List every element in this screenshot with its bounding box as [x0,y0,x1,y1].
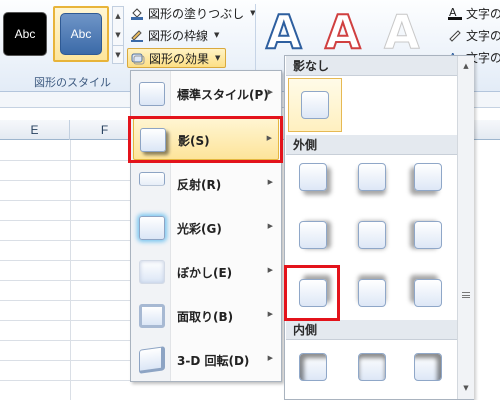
grid-line [70,140,71,400]
wordart-style-blue[interactable]: A [265,5,303,59]
menu-item-bevel[interactable]: 面取り(B) ▶ [133,295,279,337]
menu-item-reflection[interactable]: 反射(R) ▶ [133,163,279,205]
grid-line [0,180,140,181]
section-header-no-shadow: 影なし [286,56,457,76]
grid-line [0,300,140,301]
menu-item-3d-rotation[interactable]: 3-D 回転(D) ▶ [133,339,279,381]
grid-line [0,340,140,341]
chevron-right-icon: ▶ [267,222,273,230]
text-fill-command[interactable]: A 文字の [448,4,500,22]
menu-item-label: 3-D 回転(D) [177,354,250,368]
column-header-e[interactable]: E [0,120,70,140]
grid-line [0,200,140,201]
shape-style-blue-swatch[interactable]: Abc [60,13,102,55]
outer-shadow-option[interactable] [414,163,442,191]
shape-effects-label: 図形の効果 [149,51,210,66]
text-outline-icon [449,30,461,42]
chevron-right-icon: ▶ [267,310,273,318]
inner-shadow-option[interactable] [358,353,386,381]
outer-shadow-option[interactable] [358,221,386,249]
grid-line [0,160,140,161]
outer-shadow-option[interactable] [299,221,327,249]
paint-bucket-icon [131,8,143,20]
shadow-gallery: 影なし 外側 内側 ▲ ▼ [284,55,474,400]
shape-styles-gallery-scroll[interactable]: ▲ ▼ ▼ [112,6,124,64]
chevron-down-icon: ▼ [214,31,220,39]
shadow-icon [140,128,166,152]
text-fill-icon: A [448,6,462,20]
chevron-right-icon: ▶ [267,266,273,274]
reflection-icon [139,172,165,186]
text-fill-label: 文字の [466,6,500,21]
outer-shadow-option[interactable] [299,163,327,191]
pencil-icon [131,30,143,42]
grid-line [0,320,140,321]
menu-item-glow[interactable]: 光彩(G) ▶ [133,207,279,249]
no-shadow-option[interactable] [301,91,329,119]
outer-shadow-option[interactable] [358,279,386,307]
glow-icon [139,216,165,240]
scroll-up-icon[interactable]: ▲ [113,7,123,26]
section-header-outer: 外側 [286,135,457,155]
menu-item-soft-edges[interactable]: ぼかし(E) ▶ [133,251,279,293]
soft-edges-icon [139,260,165,284]
inner-shadow-option[interactable] [414,353,442,381]
menu-item-label: 光彩(G) [177,222,222,236]
bevel-icon [139,304,165,328]
shape-outline-command[interactable]: 図形の枠線 ▼ [130,26,219,44]
grid-line [0,240,140,241]
gallery-scrollbar[interactable]: ▲ ▼ [457,56,474,399]
chevron-right-icon: ▶ [266,134,272,142]
menu-item-preset[interactable]: 標準スタイル(P) ▶ [133,73,279,115]
grid-line [0,380,140,381]
inner-shadow-option[interactable] [299,353,327,381]
menu-item-label: 影(S) [178,134,210,148]
shape-effects-icon [131,53,145,65]
grid-line [0,360,140,361]
menu-item-label: ぼかし(E) [177,266,233,280]
wordart-style-gray[interactable]: A [384,6,421,59]
shape-style-black-swatch[interactable]: Abc [3,12,47,56]
scroll-down-icon[interactable]: ▼ [458,380,474,397]
shape-fill-label: 図形の塗りつぶし [148,6,245,21]
outer-shadow-option[interactable] [414,279,442,307]
text-outline-label: 文字の [466,28,500,43]
scroll-grip-icon[interactable] [462,292,470,298]
chevron-right-icon: ▶ [267,88,273,96]
outer-shadow-option[interactable] [414,221,442,249]
shape-effects-menu: 標準スタイル(P) ▶ 影(S) ▶ 反射(R) ▶ 光彩(G) ▶ ぼかし(E… [130,70,282,382]
grid-line [0,220,140,221]
shape-fill-command[interactable]: 図形の塗りつぶし ▼ [130,4,256,22]
3d-rotation-icon [139,346,165,374]
shape-styles-group-label: 図形のスタイル [34,76,111,89]
shape-effects-command[interactable]: 図形の効果 ▼ [127,48,227,68]
section-header-inner: 内側 [286,320,457,340]
gallery-more-icon[interactable]: ▼ [113,45,123,64]
scroll-down-icon[interactable]: ▼ [113,26,123,45]
menu-item-label: 面取り(B) [177,310,234,324]
wordart-style-red[interactable]: A [324,5,362,59]
chevron-down-icon: ▼ [215,54,221,62]
menu-item-label: 反射(R) [177,178,222,192]
grid-line [0,280,140,281]
chevron-right-icon: ▶ [267,178,273,186]
menu-item-label: 標準スタイル(P) [177,88,269,102]
chevron-right-icon: ▶ [267,354,273,362]
grid-line [0,260,140,261]
shape-outline-label: 図形の枠線 [148,28,209,43]
preset-style-icon [139,82,165,106]
outer-shadow-option[interactable] [299,279,327,307]
menu-item-shadow[interactable]: 影(S) ▶ [133,118,279,160]
text-outline-command[interactable]: 文字の [448,26,500,44]
outer-shadow-option[interactable] [358,163,386,191]
scroll-up-icon[interactable]: ▲ [458,58,474,75]
